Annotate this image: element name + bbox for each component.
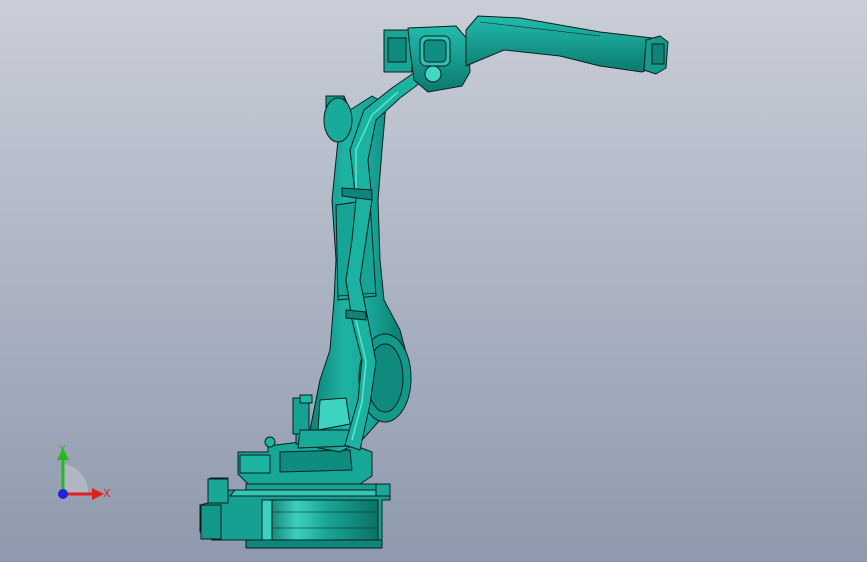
robot-base[interactable] [199,477,391,549]
z-axis-dot [58,489,68,499]
model-canvas[interactable] [0,0,867,562]
graphics-viewport[interactable]: Y X [0,0,867,562]
y-axis-label: Y [59,443,66,456]
triad-plane [63,464,89,494]
triad-axes [57,448,104,500]
x-axis-label: X [103,487,111,500]
reference-triad: Y X [44,440,124,510]
